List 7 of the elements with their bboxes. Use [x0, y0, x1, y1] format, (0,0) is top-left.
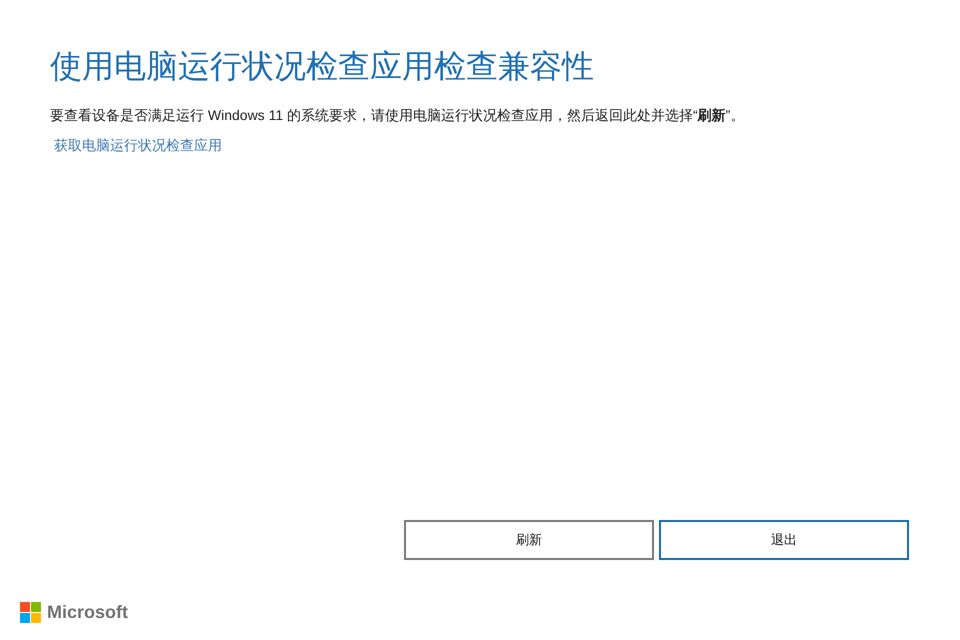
four-squares-logo-icon [20, 602, 41, 623]
brand-name: Microsoft [47, 602, 128, 623]
description-text: 要查看设备是否满足运行 Windows 11 的系统要求，请使用电脑运行状况检查应用，然后返回此处并选择“刷新”。 获取电脑运行状况检查应用 [50, 106, 746, 155]
get-app-link[interactable]: 获取电脑运行状况检查应用 [54, 137, 222, 153]
dialog-button[interactable]: 刷新 [404, 520, 654, 560]
dialog-button[interactable]: 退出 [659, 520, 909, 560]
page-title: 使用电脑运行状况检查应用检查兼容性 [50, 47, 595, 86]
